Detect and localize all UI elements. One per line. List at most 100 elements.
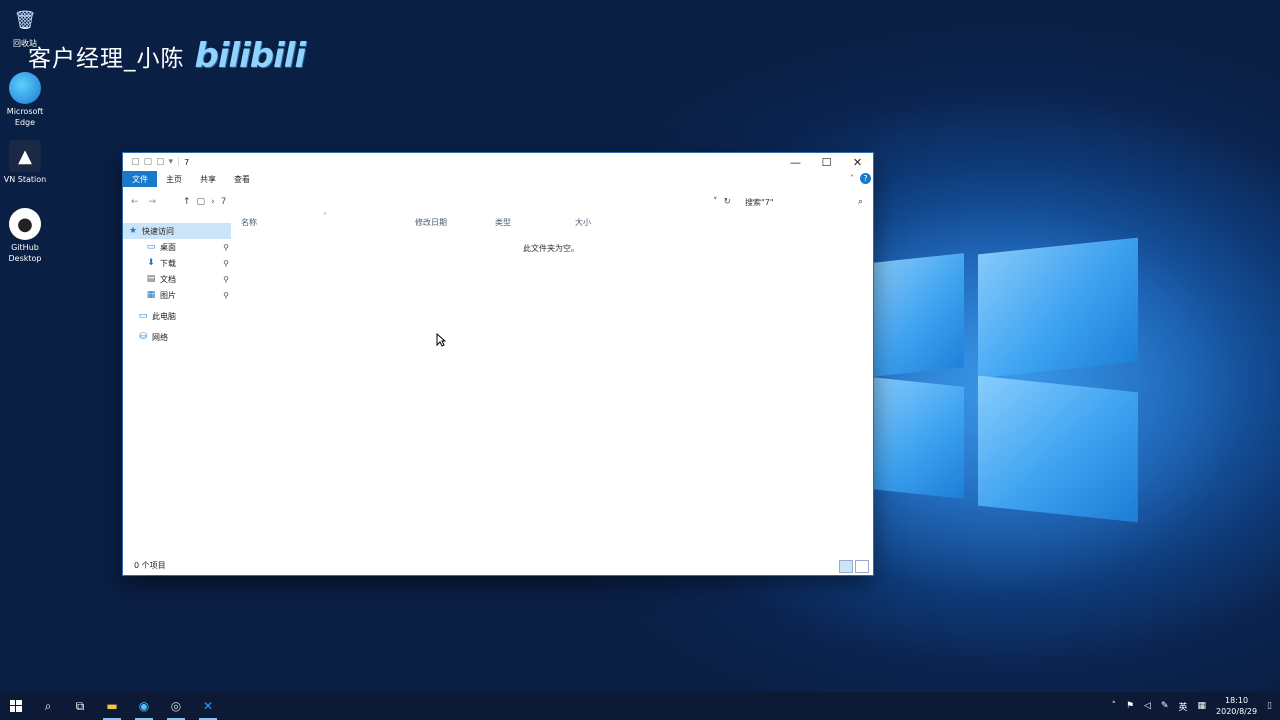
taskbar-vscode[interactable]: ✕	[192, 692, 224, 720]
desktop-icon-vn-station[interactable]: ▲ VN Station	[2, 140, 48, 185]
network-status-icon[interactable]: ⚑	[1126, 701, 1134, 711]
taskbar-edge[interactable]: ◉	[128, 692, 160, 720]
network-icon: ⛁	[139, 332, 147, 342]
search-input[interactable]: 搜索"7"	[745, 197, 858, 208]
search-taskbar-button[interactable]: ⌕	[32, 692, 64, 720]
back-button[interactable]: ←	[131, 197, 139, 207]
nav-label: 快速访问	[142, 226, 174, 236]
window-controls: — ☐ ✕	[780, 153, 873, 171]
pin-icon: ⚲	[223, 290, 229, 300]
column-size[interactable]: 大小	[575, 217, 591, 228]
taskbar-file-explorer[interactable]: ▬	[96, 692, 128, 720]
address-dropdown-icon[interactable]: ˅	[713, 197, 718, 207]
nav-quick-access[interactable]: ★ 快速访问	[123, 223, 231, 239]
desktop-icon-label: 回收站	[13, 39, 37, 48]
taskbar-app[interactable]: ◎	[160, 692, 192, 720]
volume-icon[interactable]: ◁	[1144, 701, 1151, 711]
ime-language-indicator[interactable]: 英	[1178, 700, 1187, 713]
nav-network[interactable]: ⛁ 网络	[123, 329, 231, 345]
desktop-icon-github[interactable]: ● GitHub Desktop	[2, 208, 48, 264]
desktop-icon: ▭	[146, 242, 156, 252]
system-tray: ˄ ⚑ ◁ ✎ 英 ▦ 18:10 2020/8/29 ▯	[1111, 692, 1272, 720]
title-bar[interactable]: ▢ ▢ ▢ ▾ | 7 — ☐ ✕	[123, 153, 873, 171]
sort-arrow-icon: ˄	[323, 212, 327, 221]
search-box[interactable]: ˅ ↻ 搜索"7" ⌕	[713, 193, 863, 211]
nav-label: 图片	[160, 290, 176, 300]
folder-icon[interactable]: ▢	[131, 157, 140, 167]
desktop-icon-label: Microsoft Edge	[6, 107, 44, 127]
nav-label: 下载	[160, 258, 176, 268]
tab-home[interactable]: 主页	[157, 171, 191, 187]
nav-label: 桌面	[160, 242, 176, 252]
nav-desktop[interactable]: ▭ 桌面 ⚲	[123, 239, 231, 255]
column-type[interactable]: 类型	[495, 217, 511, 228]
edge-icon: ◉	[138, 699, 150, 713]
search-icon: ⌕	[44, 698, 52, 713]
mouse-cursor-icon	[436, 333, 446, 347]
desktop-icon-label: GitHub Desktop	[8, 243, 42, 263]
document-icon: ▤	[146, 274, 156, 284]
tab-share[interactable]: 共享	[191, 171, 225, 187]
clock[interactable]: 18:10 2020/8/29	[1216, 695, 1257, 717]
windows-logo-wallpaper	[872, 232, 1140, 532]
status-bar-count: 0 个项目	[134, 561, 166, 570]
date: 2020/8/29	[1216, 707, 1258, 716]
desktop-icon-edge[interactable]: Microsoft Edge	[2, 72, 48, 128]
download-icon: ⬇	[147, 258, 155, 268]
nav-pictures[interactable]: ▦ 图片 ⚲	[123, 287, 231, 303]
task-view-button[interactable]: ⧉	[64, 692, 96, 720]
pictures-icon: ▦	[146, 290, 156, 300]
new-folder-icon[interactable]: ▢	[156, 157, 165, 167]
start-button[interactable]	[0, 692, 32, 720]
properties-icon[interactable]: ▢	[144, 157, 153, 167]
computer-icon: ▭	[138, 311, 148, 321]
vn-station-icon: ▲	[9, 140, 41, 172]
nav-label: 网络	[152, 332, 168, 342]
navigation-pane: ★ 快速访问 ▭ 桌面 ⚲ ⬇ 下载 ⚲ ▤ 文档 ⚲ ▦ 图片 ⚲ ▭ 此电脑…	[123, 223, 231, 345]
column-name[interactable]: 名称	[241, 217, 257, 228]
bilibili-logo: bilibili	[194, 36, 307, 76]
ribbon-tabs: 文件 主页 共享 查看 ˅ ?	[123, 171, 873, 187]
search-icon[interactable]: ⌕	[858, 197, 863, 207]
nav-documents[interactable]: ▤ 文档 ⚲	[123, 271, 231, 287]
keyboard-layout-icon[interactable]: ▦	[1198, 701, 1207, 711]
column-modified[interactable]: 修改日期	[415, 217, 447, 228]
expand-ribbon-icon[interactable]: ˅	[850, 174, 854, 183]
notification-icon[interactable]: ▯	[1267, 701, 1272, 711]
github-icon: ●	[9, 208, 41, 240]
nav-this-pc[interactable]: ▭ 此电脑	[123, 308, 231, 324]
minimize-button[interactable]: —	[780, 153, 811, 171]
task-view-icon: ⧉	[75, 698, 85, 713]
refresh-icon[interactable]: ↻	[724, 197, 732, 207]
file-explorer-window: ▢ ▢ ▢ ▾ | 7 — ☐ ✕ 文件 主页 共享 查看 ˅ ? ← → ↑ …	[123, 153, 873, 575]
customize-dropdown-icon[interactable]: ▾	[169, 157, 174, 167]
taskbar: ⌕ ⧉ ▬ ◉ ◎ ✕ ˄ ⚑ ◁ ✎ 英 ▦ 18:10 2020/8/29 …	[0, 692, 1280, 720]
quick-access-toolbar: ▢ ▢ ▢ ▾ |	[131, 157, 181, 167]
tab-file[interactable]: 文件	[123, 171, 157, 187]
empty-folder-message: 此文件夹为空。	[523, 244, 579, 253]
details-view-button[interactable]	[839, 560, 853, 573]
windows-start-icon	[10, 700, 22, 712]
up-button[interactable]: ↑	[183, 197, 191, 207]
app-icon: ◎	[170, 699, 182, 713]
nav-downloads[interactable]: ⬇ 下载 ⚲	[123, 255, 231, 271]
breadcrumb[interactable]: 7	[221, 197, 227, 207]
time: 18:10	[1225, 696, 1249, 705]
watermark-text: 客户经理_小陈	[28, 46, 185, 72]
forward-button[interactable]: →	[149, 197, 157, 207]
window-title: 7	[184, 157, 190, 167]
help-icon[interactable]: ?	[860, 173, 871, 184]
nav-label: 文档	[160, 274, 176, 284]
pin-icon: ⚲	[223, 258, 229, 268]
close-button[interactable]: ✕	[842, 153, 873, 171]
pin-icon: ⚲	[223, 242, 229, 252]
maximize-button[interactable]: ☐	[811, 153, 842, 171]
desktop-icon-recycle-bin[interactable]: 🗑 回收站	[2, 4, 48, 49]
tab-view[interactable]: 查看	[225, 171, 259, 187]
input-method-icon[interactable]: ✎	[1161, 701, 1169, 711]
desktop-icon-label: VN Station	[3, 175, 47, 184]
large-icons-view-button[interactable]	[855, 560, 869, 573]
view-toggles	[839, 560, 869, 573]
folder-icon: ▬	[106, 699, 118, 713]
show-hidden-icons-icon[interactable]: ˄	[1111, 701, 1116, 711]
